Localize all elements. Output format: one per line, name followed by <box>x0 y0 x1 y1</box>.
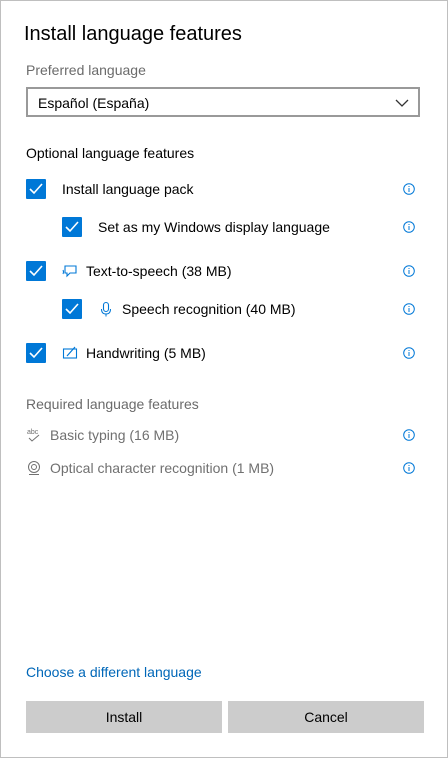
speech-recognition-checkbox[interactable] <box>62 299 82 319</box>
optional-features-heading: Optional language features <box>26 145 195 161</box>
info-icon[interactable] <box>403 462 415 474</box>
svg-text:abc: abc <box>27 429 39 436</box>
checkmark-icon <box>29 347 43 359</box>
text-to-speech-checkbox[interactable] <box>26 261 46 281</box>
ocr-icon <box>28 461 40 475</box>
feature-label: Install language pack <box>62 181 194 197</box>
feature-label: Set as my Windows display language <box>98 219 330 235</box>
checkmark-icon <box>65 221 79 233</box>
info-icon[interactable] <box>403 347 415 359</box>
pen-icon <box>62 346 78 359</box>
checkmark-icon <box>65 303 79 315</box>
handwriting-checkbox[interactable] <box>26 343 46 363</box>
preferred-language-dropdown[interactable]: Español (España) <box>26 87 420 117</box>
feature-label: Text-to-speech (38 MB) <box>86 263 232 279</box>
install-button[interactable]: Install <box>26 701 222 733</box>
dialog-title: Install language features <box>24 23 242 45</box>
feature-label: Optical character recognition (1 MB) <box>50 460 275 476</box>
feature-row-speech-recognition: Speech recognition (40 MB) <box>1 297 447 321</box>
language-pack-checkbox[interactable] <box>26 179 46 199</box>
required-row-basic-typing: abc Basic typing (16 MB) <box>1 423 447 447</box>
choose-different-language-link[interactable]: Choose a different language <box>26 664 202 680</box>
checkmark-icon <box>29 183 43 195</box>
preferred-language-value: Español (España) <box>38 95 150 111</box>
feature-label: Speech recognition (40 MB) <box>122 301 296 317</box>
microphone-icon <box>101 301 111 317</box>
feature-row-handwriting: Handwriting (5 MB) <box>1 341 447 365</box>
required-features-heading: Required language features <box>26 396 199 412</box>
feature-label: Handwriting (5 MB) <box>86 345 206 361</box>
display-language-checkbox[interactable] <box>62 217 82 237</box>
info-icon[interactable] <box>403 265 415 277</box>
info-icon[interactable] <box>403 221 415 233</box>
preferred-language-label: Preferred language <box>26 62 146 78</box>
speech-bubble-icon <box>62 265 77 278</box>
info-icon[interactable] <box>403 183 415 195</box>
feature-label: Basic typing (16 MB) <box>50 427 180 443</box>
info-icon[interactable] <box>403 303 415 315</box>
feature-row-language-pack: Install language pack <box>1 177 447 201</box>
feature-row-text-to-speech: Text-to-speech (38 MB) <box>1 259 447 283</box>
abc-check-icon: abc <box>27 429 40 442</box>
cancel-button[interactable]: Cancel <box>228 701 424 733</box>
checkmark-icon <box>29 265 43 277</box>
chevron-down-icon <box>395 99 409 107</box>
feature-row-display-language: Set as my Windows display language <box>1 215 447 239</box>
install-language-features-dialog: Install language features Preferred lang… <box>0 0 448 758</box>
required-row-ocr: Optical character recognition (1 MB) <box>1 456 447 480</box>
info-icon[interactable] <box>403 429 415 441</box>
